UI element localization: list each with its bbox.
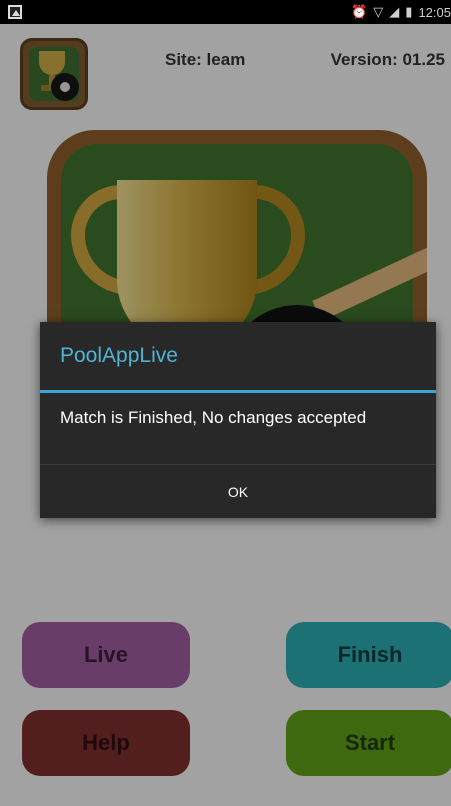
alarm-icon: ⏰: [351, 4, 368, 19]
alert-dialog: PoolAppLive Match is Finished, No change…: [40, 322, 436, 518]
dialog-message: Match is Finished, No changes accepted: [60, 408, 367, 427]
dialog-title: PoolAppLive: [60, 344, 178, 367]
status-bar-right: ⏰ ▽ ◢ ▮ 12:05: [351, 3, 451, 21]
status-bar: ⏰ ▽ ◢ ▮ 12:05: [0, 0, 451, 24]
wifi-icon: ▽: [373, 4, 384, 19]
image-icon: [8, 5, 22, 19]
ok-button[interactable]: OK: [40, 465, 436, 518]
signal-icon: ◢: [389, 4, 400, 19]
dialog-title-divider: [40, 390, 436, 393]
battery-icon: ▮: [405, 4, 413, 19]
clock: 12:05: [418, 4, 451, 20]
